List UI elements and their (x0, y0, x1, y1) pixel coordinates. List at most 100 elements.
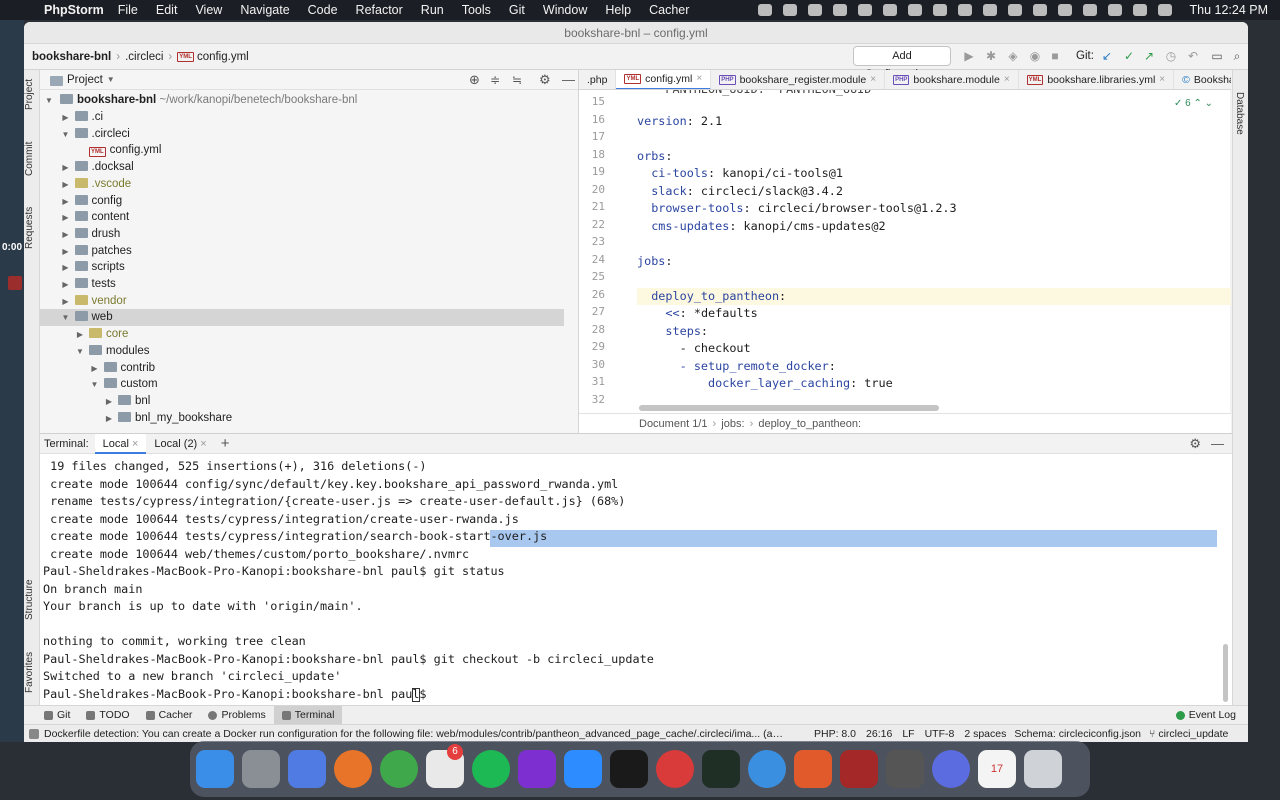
menu-help[interactable]: Help (605, 3, 631, 17)
chevron-down-icon[interactable]: ▼ (44, 92, 54, 109)
chevron-right-icon[interactable]: ▶ (61, 193, 71, 210)
code-area[interactable]: PANTHEON_UUID: *PANTHEON_UUIDversion: 2.… (637, 90, 1231, 413)
editor-tab[interactable]: .php (579, 70, 617, 89)
tree-item[interactable]: ▶ drush (40, 226, 564, 243)
hide-icon[interactable]: — (562, 72, 575, 87)
chevron-down-icon[interactable]: ▼ (61, 309, 71, 326)
code-editor-icon[interactable] (748, 750, 786, 788)
tray-icon[interactable] (808, 4, 823, 16)
tree-item[interactable]: ▶ config (40, 193, 564, 210)
tree-item[interactable]: YML config.yml (40, 142, 564, 159)
menu-git[interactable]: Git (509, 3, 525, 17)
git-update-icon[interactable]: ↙ (1100, 49, 1114, 63)
coverage-icon[interactable]: ◈ (1006, 49, 1020, 63)
brave-icon[interactable] (794, 750, 832, 788)
line-separator[interactable]: LF (902, 728, 914, 740)
tree-item[interactable]: ▼ custom (40, 376, 564, 393)
tab-cacher[interactable]: Cacher (138, 706, 201, 725)
chevron-right-icon[interactable]: ▶ (61, 243, 71, 260)
firefox-icon[interactable] (334, 750, 372, 788)
tray-icon[interactable] (883, 4, 898, 16)
favorites-tool-tab[interactable]: Favorites (24, 642, 40, 702)
git-commit-icon[interactable]: ✓ (1122, 49, 1136, 63)
layout-icon[interactable] (29, 728, 39, 739)
breadcrumb-document[interactable]: Document 1/1 (639, 418, 707, 430)
tab-terminal[interactable]: Terminal (273, 705, 343, 725)
chevron-down-icon[interactable]: ▼ (90, 376, 100, 393)
chevron-right-icon[interactable]: ▶ (104, 393, 114, 410)
tree-item[interactable]: ▶ patches (40, 243, 564, 260)
chevron-right-icon[interactable]: ▶ (61, 276, 71, 293)
menu-file[interactable]: File (118, 3, 138, 17)
tree-item[interactable]: ▼ modules (40, 343, 564, 360)
history-icon[interactable]: ◷ (1164, 49, 1178, 63)
terminal-tab-local[interactable]: Local × (94, 433, 147, 454)
locate-icon[interactable]: ⊕ (469, 72, 480, 88)
tray-icon[interactable] (908, 4, 923, 16)
rollback-icon[interactable]: ↶ (1186, 49, 1200, 63)
tree-item[interactable]: ▶ vendor (40, 293, 564, 310)
layout-icon[interactable]: ▭ (1210, 49, 1224, 63)
project-view-selector[interactable]: Project (67, 74, 103, 86)
chrome-icon[interactable] (380, 750, 418, 788)
database-app-icon[interactable] (840, 750, 878, 788)
spotify-icon[interactable] (472, 750, 510, 788)
docker-app-icon[interactable] (886, 750, 924, 788)
tree-item[interactable]: ▶ bnl (40, 393, 564, 410)
app-icon[interactable] (932, 750, 970, 788)
horizontal-scrollbar[interactable] (639, 405, 939, 411)
signal-icon[interactable] (288, 750, 326, 788)
wifi-icon[interactable] (1058, 4, 1073, 16)
close-icon[interactable]: × (696, 70, 702, 89)
gear-icon[interactable]: ⚙ (539, 72, 551, 88)
tray-icon[interactable] (758, 4, 773, 16)
activity-monitor-icon[interactable] (702, 750, 740, 788)
menu-cacher[interactable]: Cacher (649, 3, 689, 17)
chevron-right-icon[interactable]: ▶ (61, 159, 71, 176)
chevron-right-icon[interactable]: ▶ (61, 259, 71, 276)
collapse-all-icon[interactable]: ≒ (512, 73, 522, 87)
close-icon[interactable]: × (132, 438, 138, 450)
close-icon[interactable]: × (870, 70, 876, 89)
system-preferences-icon[interactable] (242, 750, 280, 788)
requests-tool-tab[interactable]: Requests (24, 198, 40, 258)
database-tool-tab[interactable]: Database (1234, 92, 1245, 135)
tray-icon[interactable] (783, 4, 798, 16)
close-icon[interactable]: × (1004, 70, 1010, 89)
close-icon[interactable]: × (200, 438, 206, 450)
menu-tools[interactable]: Tools (462, 3, 491, 17)
tree-item[interactable]: ▶ tests (40, 276, 564, 293)
finder-icon[interactable] (196, 750, 234, 788)
tree-item[interactable]: ▶ content (40, 209, 564, 226)
scrollbar[interactable] (1223, 644, 1228, 702)
tray-icon[interactable] (833, 4, 848, 16)
chevron-down-icon[interactable]: ▼ (107, 75, 115, 84)
tree-item[interactable]: ▶ contrib (40, 360, 564, 377)
chevron-right-icon[interactable]: ▶ (104, 410, 114, 427)
bluetooth-icon[interactable] (983, 4, 998, 16)
caret-position[interactable]: 26:16 (866, 728, 892, 740)
chevron-right-icon[interactable]: ▶ (61, 226, 71, 243)
json-schema[interactable]: Schema: circleciconfig.json (1014, 728, 1141, 740)
app-icon[interactable] (656, 750, 694, 788)
stop-recording-icon[interactable] (8, 276, 22, 290)
profile-icon[interactable]: ◉ (1028, 49, 1042, 63)
tree-root[interactable]: ▼ bookshare-bnl ~/work/kanopi/benetech/b… (40, 92, 564, 109)
terminal-tab-local-2[interactable]: Local (2) × (146, 434, 214, 454)
hide-icon[interactable]: — (1211, 436, 1224, 451)
new-terminal-icon[interactable]: + (215, 435, 236, 452)
php-level[interactable]: PHP: 8.0 (814, 728, 856, 740)
run-icon[interactable]: ▶ (962, 49, 976, 63)
menu-navigate[interactable]: Navigate (240, 3, 289, 17)
search-everywhere-icon[interactable]: ⌕ (1230, 49, 1244, 63)
breadcrumb-file[interactable]: config.yml (197, 51, 249, 63)
chevron-right-icon[interactable]: ▶ (61, 293, 71, 310)
tab-problems[interactable]: Problems (200, 706, 273, 725)
git-push-icon[interactable]: ↗ (1142, 49, 1156, 63)
user-icon[interactable] (1083, 4, 1098, 16)
breadcrumb-root[interactable]: bookshare-bnl (32, 51, 111, 63)
tree-item[interactable]: ▶ .docksal (40, 159, 564, 176)
menu-edit[interactable]: Edit (156, 3, 178, 17)
tree-item[interactable]: ▶ .vscode (40, 176, 564, 193)
close-icon[interactable]: × (1159, 70, 1165, 89)
